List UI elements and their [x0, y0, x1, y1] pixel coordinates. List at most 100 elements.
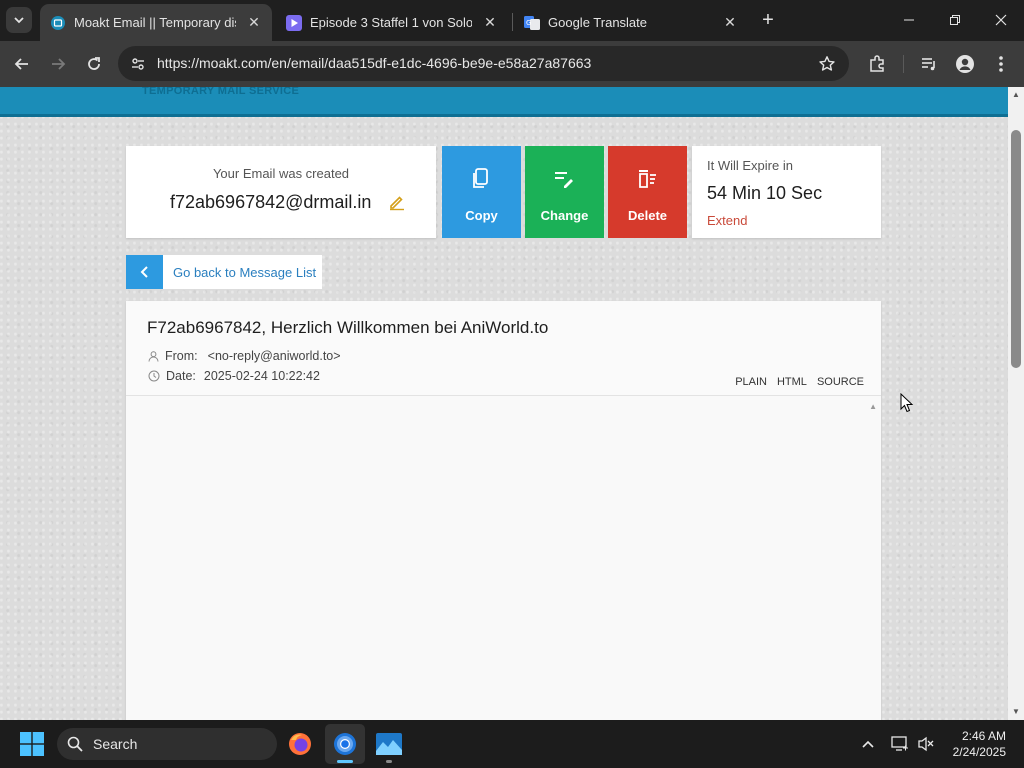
email-address-card: Your Email was created f72ab6967842@drma… — [126, 146, 436, 238]
arrow-right-icon — [52, 58, 66, 70]
photos-icon — [376, 733, 402, 755]
date-value: 2025-02-24 10:22:42 — [203, 369, 320, 383]
moakt-icon — [51, 15, 65, 30]
change-button[interactable]: Change — [525, 146, 604, 238]
site-header: TEMPORARY MAIL SERVICE — [0, 87, 1008, 117]
back-button[interactable] — [8, 50, 36, 78]
new-tab-button[interactable]: + — [757, 9, 779, 31]
user-icon — [148, 350, 159, 362]
taskbar-chrome[interactable] — [325, 724, 365, 764]
copy-label: Copy — [465, 208, 498, 223]
view-mode-links: PLAIN HTML SOURCE — [735, 376, 864, 388]
tab-title: Google Translate — [548, 15, 648, 30]
windows-start-icon[interactable] — [20, 732, 44, 756]
url-text[interactable]: https://moakt.com/en/email/daa515df-e1dc… — [157, 55, 591, 71]
address-bar[interactable]: https://moakt.com/en/email/daa515df-e1dc… — [118, 46, 849, 81]
search-icon — [67, 736, 83, 752]
arrow-left-icon — [14, 58, 28, 70]
message-subject: F72ab6967842, Herzlich Willkommen bei An… — [147, 318, 549, 337]
expiry-label: It Will Expire in — [707, 158, 793, 173]
forward-button[interactable] — [44, 50, 72, 78]
windows-taskbar: Search 2:46 AM 2/24/2025 — [0, 720, 1024, 768]
scroll-up-arrow-icon[interactable]: ▲ — [869, 402, 877, 411]
system-clock[interactable]: 2:46 AM 2/24/2025 — [953, 728, 1006, 760]
browser-toolbar: https://moakt.com/en/email/daa515df-e1dc… — [0, 41, 1024, 87]
delete-label: Delete — [627, 208, 668, 223]
expiry-timer: 54 Min 10 Sec — [707, 183, 823, 203]
media-control-icon[interactable] — [916, 51, 942, 77]
extensions-icon[interactable] — [864, 51, 890, 77]
bookmark-star-icon[interactable] — [817, 54, 837, 74]
aniworld-play-icon — [286, 14, 302, 31]
pencil-icon[interactable] — [388, 193, 406, 211]
search-label: Search — [93, 736, 138, 752]
from-value: <no-reply@aniworld.to> — [207, 349, 341, 363]
message-date-row: Date: 2025-02-24 10:22:42 — [148, 369, 320, 383]
scrollbar-thumb[interactable] — [1011, 130, 1021, 368]
back-arrow-icon — [126, 255, 163, 289]
from-label: From: — [165, 349, 198, 363]
message-body-frame[interactable]: ▲ — [126, 395, 881, 720]
clock-time: 2:46 AM — [961, 729, 1006, 743]
tray-overflow-chevron-up-icon[interactable] — [858, 734, 878, 754]
close-icon[interactable]: ✕ — [720, 13, 740, 33]
tab-aniworld[interactable]: Episode 3 Staffel 1 von Solo Lev ✕ — [276, 4, 508, 41]
message-card: F72ab6967842, Herzlich Willkommen bei An… — [126, 301, 881, 720]
volume-muted-icon[interactable] — [916, 734, 936, 754]
chevron-down-icon — [14, 17, 24, 24]
email-address[interactable]: f72ab6967842@drmail.in — [170, 192, 371, 213]
network-monitor-icon[interactable] — [890, 734, 910, 754]
tab-title: Episode 3 Staffel 1 von Solo Lev — [310, 15, 472, 30]
back-to-list-button[interactable]: Go back to Message List — [126, 255, 322, 289]
taskbar-firefox[interactable] — [280, 724, 320, 764]
reload-button[interactable] — [80, 50, 108, 78]
page-scrollbar[interactable]: ▲ ▼ — [1008, 87, 1024, 720]
toolbar-divider — [903, 55, 904, 73]
site-tagline: TEMPORARY MAIL SERVICE — [142, 87, 300, 97]
scroll-up-arrow-icon[interactable]: ▲ — [1012, 90, 1020, 99]
edit-lines-icon — [555, 172, 573, 188]
chrome-icon — [334, 733, 356, 755]
copy-icon — [473, 168, 488, 188]
google-translate-icon: G — [524, 15, 540, 30]
view-plain-link[interactable]: PLAIN — [735, 376, 767, 388]
close-icon[interactable]: ✕ — [480, 13, 500, 33]
profile-avatar-icon[interactable] — [952, 51, 978, 77]
svg-text:G: G — [526, 19, 531, 27]
close-window-button[interactable] — [981, 6, 1021, 34]
expiry-card: It Will Expire in 54 Min 10 Sec Extend — [692, 146, 881, 238]
date-label: Date: — [166, 369, 196, 383]
taskbar-search[interactable]: Search — [57, 728, 277, 760]
mouse-cursor-icon — [900, 393, 914, 413]
clock-icon — [148, 370, 160, 382]
tab-title: Moakt Email || Temporary dispo — [74, 15, 236, 30]
restore-icon — [950, 15, 960, 25]
change-label: Change — [540, 208, 589, 223]
tab-strip: Moakt Email || Temporary dispo ✕ Episode… — [0, 0, 1024, 41]
minimize-icon — [904, 19, 914, 21]
tab-moakt[interactable]: Moakt Email || Temporary dispo ✕ — [40, 4, 272, 41]
firefox-icon — [289, 733, 311, 755]
close-icon — [995, 14, 1007, 26]
active-app-indicator — [337, 760, 353, 763]
close-icon[interactable]: ✕ — [244, 13, 264, 33]
restore-button[interactable] — [935, 6, 975, 34]
tab-search-button[interactable] — [6, 7, 32, 33]
copy-button[interactable]: Copy — [442, 146, 521, 238]
kebab-menu-icon[interactable] — [988, 51, 1014, 77]
page-viewport: TEMPORARY MAIL SERVICE Your Email was cr… — [0, 87, 1024, 720]
tab-divider — [512, 13, 513, 31]
minimize-button[interactable] — [889, 6, 929, 34]
view-html-link[interactable]: HTML — [777, 376, 807, 388]
view-source-link[interactable]: SOURCE — [817, 376, 864, 388]
trash-icon — [639, 170, 656, 188]
back-to-list-label: Go back to Message List — [173, 265, 317, 280]
site-info-icon[interactable] — [128, 54, 148, 74]
running-app-indicator — [386, 760, 392, 763]
tab-google-translate[interactable]: G Google Translate ✕ — [514, 4, 748, 41]
message-from-row: From: <no-reply@aniworld.to> — [148, 349, 341, 363]
scroll-down-arrow-icon[interactable]: ▼ — [1012, 707, 1020, 716]
extend-link[interactable]: Extend — [707, 213, 747, 228]
taskbar-photos[interactable] — [369, 724, 409, 764]
delete-button[interactable]: Delete — [608, 146, 687, 238]
